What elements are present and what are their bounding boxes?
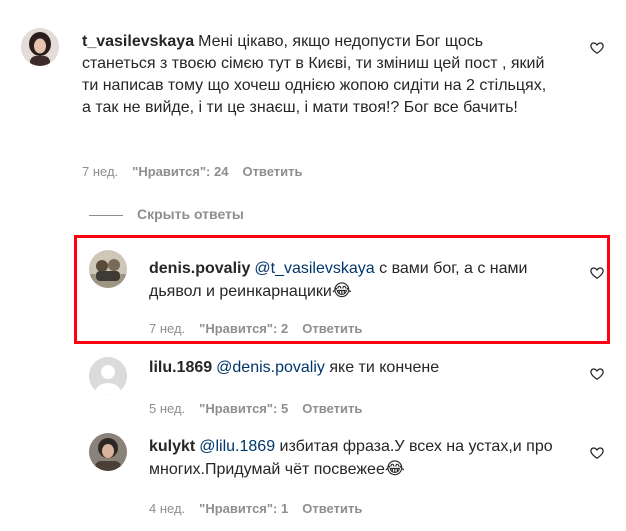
avatar-denis-povaliy[interactable] [89,250,127,288]
reply-button[interactable]: Ответить [302,321,362,336]
comment-text: t_vasilevskaya Мені цікаво, якщо недопуст… [82,31,552,119]
mention-link[interactable]: @t_vasilevskaya [254,260,374,277]
comment-meta: 7 нед. "Нравится": 2 Ответить [149,321,376,336]
heart-icon[interactable] [590,446,604,460]
laughing-emoji: 😂 [331,281,352,301]
comment-time: 7 нед. [82,164,119,179]
comment-meta: 7 нед. "Нравится": 24 Ответить [82,164,317,179]
comment-meta: 5 нед. "Нравится": 5 Ответить [149,401,376,416]
avatar-lilu-1869[interactable] [89,357,127,395]
reply-button[interactable]: Ответить [242,164,302,179]
comment-time: 5 нед. [149,401,186,416]
mention-link[interactable]: @denis.povaliy [216,359,325,376]
heart-icon[interactable] [590,367,604,381]
comment-body: яке ти кончене [324,359,440,376]
heart-icon[interactable] [590,266,604,280]
hide-replies-label: Скрыть ответы [137,206,244,222]
likes-count[interactable]: "Нравится": 5 [199,401,288,416]
divider-line [89,214,123,216]
comment-time: 4 нед. [149,501,186,516]
comment-text: denis.povaliy @t_vasilevskaya с вами бог,… [149,258,569,303]
comment-username[interactable]: t_vasilevskaya [82,33,194,50]
comment-text: lilu.1869 @denis.povaliy яке ти кончене [149,357,569,379]
comment-time: 7 нед. [149,321,186,336]
hide-replies-button[interactable]: Скрыть ответы [89,206,244,222]
likes-count[interactable]: "Нравится": 24 [132,164,228,179]
comment-text: kulykt @lilu.1869 избитая фраза.У всех на… [149,436,569,481]
comment-username[interactable]: lilu.1869 [149,359,212,376]
heart-icon[interactable] [590,41,604,55]
avatar-t-vasilevskaya[interactable] [21,28,59,66]
reply-button[interactable]: Ответить [302,501,362,516]
comment-meta: 4 нед. "Нравится": 1 Ответить [149,501,376,516]
comment-username[interactable]: denis.povaliy [149,260,250,277]
avatar-kulykt[interactable] [89,433,127,471]
reply-button[interactable]: Ответить [302,401,362,416]
likes-count[interactable]: "Нравится": 2 [199,321,288,336]
likes-count[interactable]: "Нравится": 1 [199,501,288,516]
mention-link[interactable]: @lilu.1869 [199,438,275,455]
comment-username[interactable]: kulykt [149,438,195,455]
laughing-emoji: 😂 [384,459,405,479]
